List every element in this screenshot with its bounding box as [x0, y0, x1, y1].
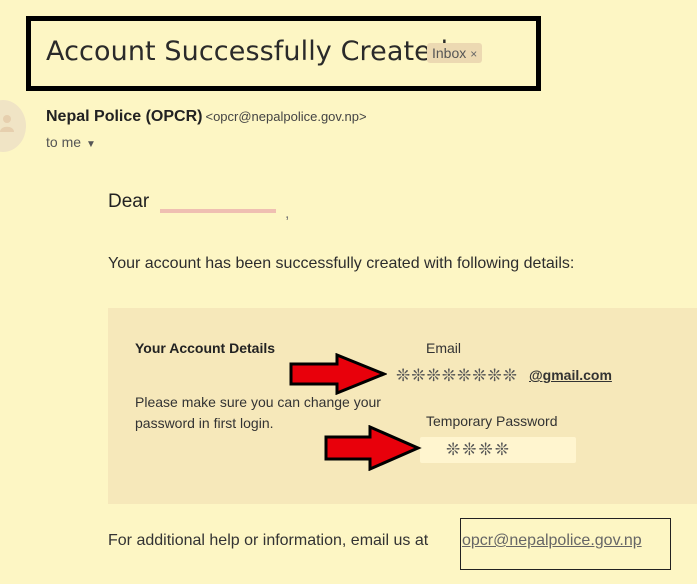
- recipient-dropdown[interactable]: to me ▼: [46, 134, 96, 150]
- email-masked-value: ❊❊❊❊❊❊❊❊: [396, 366, 518, 385]
- email-label: Email: [426, 340, 462, 356]
- password-masked-value: ❊❊❊❊: [446, 440, 511, 459]
- details-heading: Your Account Details: [135, 340, 276, 356]
- sender-email: <opcr@nepalpolice.gov.np>: [205, 109, 367, 124]
- sender-name: Nepal Police (OPCR): [46, 108, 203, 125]
- footer-text: For additional help or information, emai…: [108, 532, 429, 549]
- redacted-name: [160, 209, 276, 213]
- email-subject: Account Successfully Created: [46, 36, 449, 67]
- sender-line: Nepal Police (OPCR) <opcr@nepalpolice.gov…: [46, 108, 367, 126]
- intro-text: Your account has been successfully creat…: [108, 255, 575, 272]
- remove-label-icon[interactable]: ×: [470, 47, 477, 61]
- inbox-label-badge[interactable]: Inbox ×: [427, 43, 483, 63]
- password-label: Temporary Password: [426, 413, 558, 429]
- greeting-comma: ,: [285, 205, 290, 222]
- email-domain-link[interactable]: @gmail.com: [529, 367, 612, 383]
- sender-avatar[interactable]: [0, 100, 26, 152]
- chevron-down-icon[interactable]: ▼: [86, 139, 96, 150]
- person-icon: [0, 115, 14, 132]
- recipient-label: to me: [46, 134, 82, 150]
- greeting: Dear: [108, 191, 150, 212]
- red-arrow-icon: [289, 353, 387, 395]
- red-arrow-icon: [324, 425, 422, 471]
- link-highlight-box: [460, 518, 671, 570]
- inbox-label-text: Inbox: [432, 45, 467, 61]
